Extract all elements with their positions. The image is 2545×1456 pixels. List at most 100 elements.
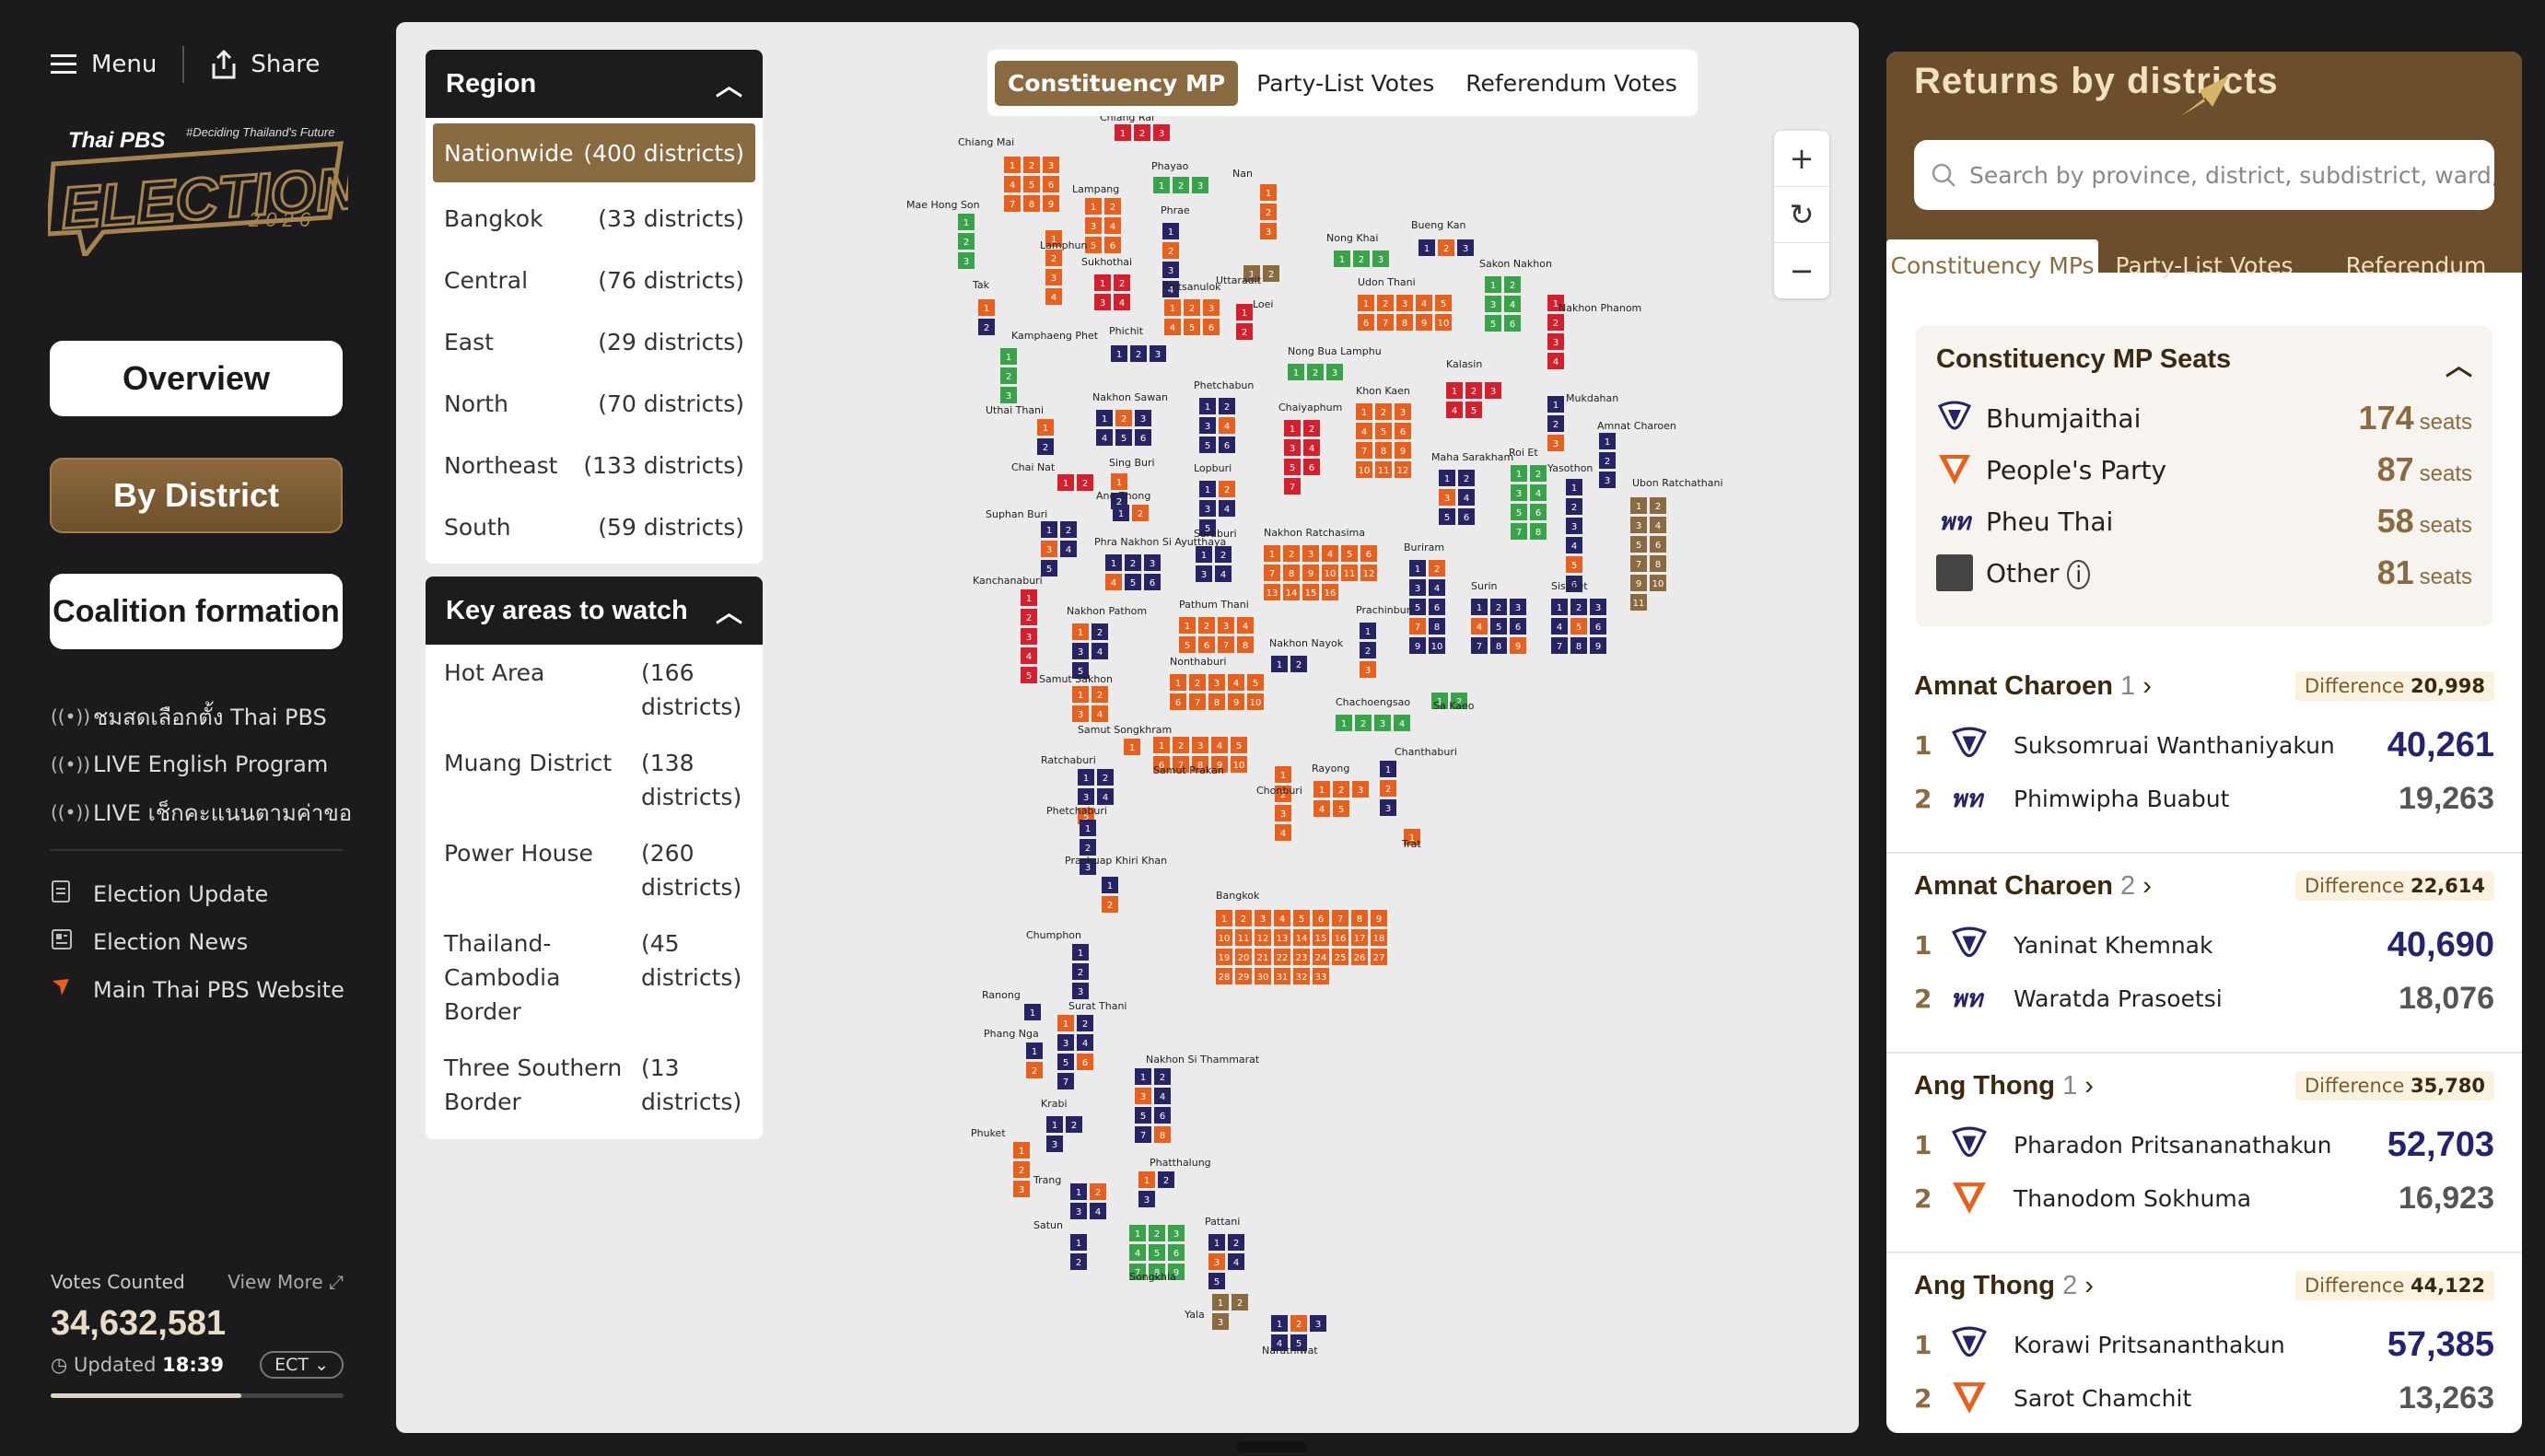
district-title[interactable]: Amnat Charoen 2 › xyxy=(1914,871,2152,902)
seats-header[interactable]: Constituency MP Seats ︿ xyxy=(1936,344,2472,383)
link-main-website[interactable]: Main Thai PBS Website xyxy=(51,966,344,1014)
live-link-english[interactable]: ((•)) LIVE English Program xyxy=(51,740,352,788)
region-item-nationwide[interactable]: Nationwide (400 districts) xyxy=(433,123,755,182)
tab-referendum[interactable]: Referendum Votes xyxy=(1453,61,1689,106)
province-group[interactable]: 1 2 34 5Narathiwat xyxy=(1262,1315,1326,1357)
tab-party-list[interactable]: Party-List Votes xyxy=(1243,61,1447,106)
province-group[interactable]: 1 2 3 4 5 6 Sakon Nakhon xyxy=(1479,258,1552,332)
nav-coalition-button[interactable]: Coalition formation xyxy=(50,574,343,649)
province-group[interactable]: 1 2 3 4 5 6 Phetchabun xyxy=(1194,379,1254,453)
zoom-in-button[interactable]: + xyxy=(1774,131,1829,187)
region-item-central[interactable]: Central (76 districts) xyxy=(426,250,763,311)
province-group[interactable]: 1 2 3 4 5 6 Maha Sarakham xyxy=(1431,451,1513,525)
reset-view-button[interactable]: ↻ xyxy=(1774,187,1829,243)
province-group[interactable]: 1 2 Satun xyxy=(1033,1219,1087,1270)
province-group[interactable]: 1 2 3 4 5 6 7 8 9 10 Udon Thani xyxy=(1358,276,1452,331)
share-button[interactable]: Share xyxy=(251,51,320,78)
view-more-link[interactable]: View More ⤢ xyxy=(228,1271,344,1293)
region-item-northeast[interactable]: Northeast (133 districts) xyxy=(426,435,763,496)
province-group[interactable]: 1 2 3 Nong Khai xyxy=(1326,232,1389,267)
province-group[interactable]: 1 2 3 Phayao xyxy=(1151,160,1208,193)
province-group[interactable]: 1 2 3 Phuket xyxy=(971,1127,1030,1197)
province-group[interactable]: 1 2 3 Prachinburi xyxy=(1356,604,1413,678)
province-group[interactable]: 1 2 3 Mae Hong Son xyxy=(906,199,980,269)
search-input[interactable]: Search by province, district, subdistric… xyxy=(1914,140,2494,210)
province-group[interactable]: 1 23 45Nakhon Pathom xyxy=(1067,605,1147,679)
province-group[interactable]: 1 2 Uthai Thani xyxy=(986,404,1054,455)
province-group[interactable]: 1 2Uttaradit xyxy=(1216,265,1279,286)
menu-icon[interactable] xyxy=(51,52,78,76)
province-group[interactable]: 1 2 3 4 5 Pattani xyxy=(1205,1216,1244,1289)
province-group[interactable]: 1 Ranong xyxy=(982,989,1041,1020)
key-area-muang[interactable]: Muang District (138 districts) xyxy=(426,735,763,825)
province-group[interactable]: 1 2 3 4 5 6 7 8 9 Surin xyxy=(1471,580,1526,654)
province-group[interactable]: 123456Yasothon xyxy=(1547,462,1593,592)
province-group[interactable]: 1 2 3 4 5 6 7 8 Pathum Thani xyxy=(1179,599,1254,653)
district-title[interactable]: Ang Thong 1 › xyxy=(1914,1071,2094,1101)
province-group[interactable]: 1 2 3 4 5 Suphan Buri xyxy=(986,508,1077,577)
key-area-southern[interactable]: Three Southern Border (13 districts) xyxy=(426,1040,763,1139)
province-group[interactable]: 1 2 Phang Nga xyxy=(984,1028,1043,1078)
province-group[interactable]: 1234Chonburi xyxy=(1256,766,1302,841)
zoom-out-button[interactable]: − xyxy=(1774,243,1829,298)
province-group[interactable]: 1 2 3 4 5 Kalasin xyxy=(1446,358,1501,418)
province-group[interactable]: 1 2 3 Chumphon xyxy=(1026,929,1089,999)
info-icon[interactable]: i xyxy=(2067,559,2091,589)
tab-constituency-mp[interactable]: Constituency MP xyxy=(995,60,1239,106)
province-group[interactable]: 1 2 3 Phichit xyxy=(1109,325,1166,362)
province-group[interactable]: 1 2 34 5 67 8 910 11 12Khon Kaen xyxy=(1356,385,1411,478)
district-title[interactable]: Amnat Charoen 1 › xyxy=(1914,671,2152,702)
province-group[interactable]: 1 2 34 5 6Phra Nakhon Si Ayutthaya xyxy=(1094,536,1226,590)
province-group[interactable]: 1 2 Prachuap Khiri Khan xyxy=(1065,855,1167,913)
province-group[interactable]: 1 2 34 5 67 8 9Songkhla xyxy=(1129,1225,1185,1283)
region-item-south[interactable]: South (59 districts) xyxy=(426,496,763,558)
province-group[interactable]: 1 2 3 4 5 Kanchanaburi xyxy=(973,575,1043,683)
key-areas-header[interactable]: Key areas to watch ︿ xyxy=(426,577,763,645)
province-group[interactable]: 1 2 3 4 5 6 7 8 Roi Et xyxy=(1509,447,1547,540)
district-title[interactable]: Ang Thong 2 › xyxy=(1914,1271,2094,1301)
province-group[interactable]: 1 2 Chai Nat xyxy=(1011,461,1093,491)
province-group[interactable]: 1 2 3 4 5 6 7 8 9 10 11 Ubon Ratchathani xyxy=(1630,477,1723,611)
link-election-news[interactable]: Election News xyxy=(51,918,344,966)
scroll-handle[interactable] xyxy=(1237,1441,1307,1452)
key-area-hot[interactable]: Hot Area (166 districts) xyxy=(426,645,763,735)
live-link-request[interactable]: ((•)) LIVE เช็กคะแนนตามค่าขอ xyxy=(51,788,352,836)
province-group[interactable]: 1 2 3 4 5 6 7 8 910 11 12 13 14 15 16 17 1819 20 21 22 23 24 2… xyxy=(1216,890,1387,984)
province-group[interactable]: 1 2 3 4 5 6 7 8 Nakhon Si Thammarat xyxy=(1135,1054,1260,1143)
province-group[interactable]: 1 2Sa Kaeo xyxy=(1431,693,1475,712)
province-group[interactable]: 1234Nakhon Phanom xyxy=(1547,295,1641,369)
live-link-thaipbs[interactable]: ((•)) ชมสดเลือกตั้ง Thai PBS xyxy=(51,693,352,740)
province-group[interactable]: 1 2 Loei xyxy=(1236,298,1274,340)
province-group[interactable]: 1 2 3 Chanthaburi xyxy=(1380,746,1457,816)
province-group[interactable]: 1 2 3 4 5 6 7 8 9 10 Buriram xyxy=(1404,542,1445,654)
province-group[interactable]: 1 2 3 4 5 6 7 8 9 Sisaket xyxy=(1551,580,1606,654)
nav-by-district-button[interactable]: By District xyxy=(50,458,343,533)
province-group[interactable]: 1 2 3 Krabi xyxy=(1041,1098,1082,1152)
province-group[interactable]: 1 2 3 Bueng Kan xyxy=(1411,219,1474,256)
province-group[interactable]: 1234Lamphun xyxy=(1040,230,1088,305)
region-item-bangkok[interactable]: Bangkok (33 districts) xyxy=(426,188,763,250)
source-select[interactable]: ECT ⌄ xyxy=(260,1351,344,1379)
province-group[interactable]: 1 2 3 4 5 6 Nakhon Sawan xyxy=(1092,391,1168,446)
share-icon[interactable] xyxy=(210,49,238,80)
province-group[interactable]: 1 2 3 Kamphaeng Phet xyxy=(1000,330,1099,403)
region-item-north[interactable]: North (70 districts) xyxy=(426,373,763,435)
province-group[interactable]: 1 2 3 Nan xyxy=(1232,168,1277,239)
link-election-update[interactable]: Election Update xyxy=(51,870,344,918)
province-group[interactable]: 1 2 3 4 56 7 8 9 10Samut Prakan xyxy=(1153,737,1247,776)
province-group[interactable]: 1 2 3 Nong Bua Lamphu xyxy=(1288,345,1382,380)
province-group[interactable]: 1 2 3 4 5 6 7 Chaiyaphum xyxy=(1278,402,1342,495)
key-area-power-house[interactable]: Power House (260 districts) xyxy=(426,825,763,915)
tab-party-list-votes[interactable]: Party-List Votes xyxy=(2098,239,2310,291)
province-group[interactable]: 1Trat xyxy=(1401,829,1421,850)
nav-overview-button[interactable]: Overview xyxy=(50,341,343,416)
region-panel-header[interactable]: Region ︿ xyxy=(426,50,763,118)
province-group[interactable]: 1 2 3 4 Saraburi xyxy=(1194,528,1237,582)
menu-button[interactable]: Menu xyxy=(91,51,157,78)
province-group[interactable]: 1 2 Ang Thong xyxy=(1096,490,1150,521)
key-area-border[interactable]: Thailand-Cambodia Border (45 districts) xyxy=(426,915,763,1040)
province-group[interactable]: 1 2 3 Phatthalung xyxy=(1138,1157,1211,1207)
province-group[interactable]: 1 2 3 4 5 6 7 Surat Thani xyxy=(1057,1000,1127,1089)
province-group[interactable]: 1 2 3 4 Sukhothai xyxy=(1081,256,1132,310)
province-group[interactable]: 1 2 3 4 5 6 Phitsanulok xyxy=(1162,281,1221,335)
